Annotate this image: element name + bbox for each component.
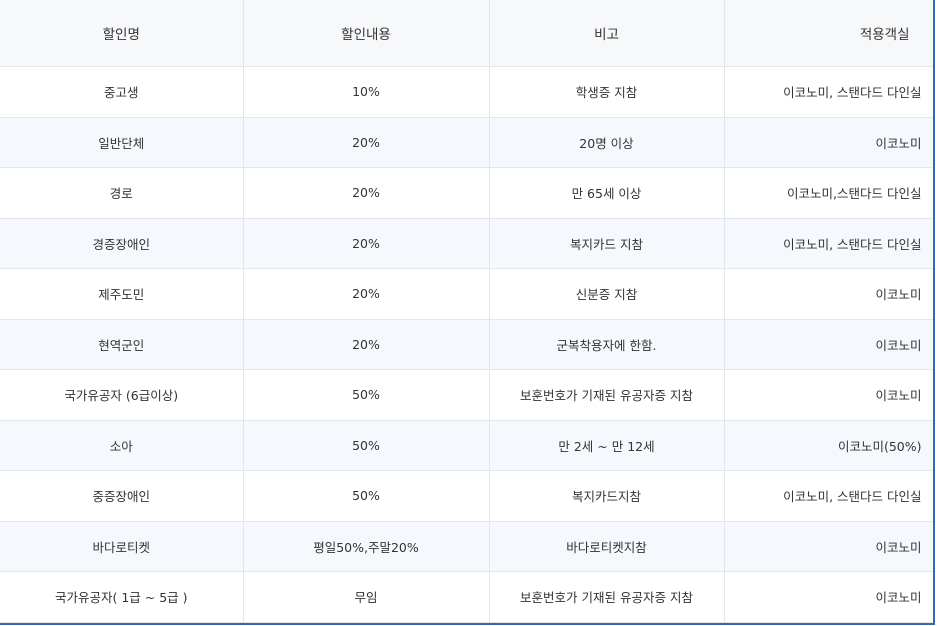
- table-row: 일반단체 20% 20명 이상 이코노미: [0, 117, 933, 168]
- cell-note: 복지카드지참: [489, 470, 725, 522]
- cell-discount-content: 평일50%,주말20%: [243, 521, 490, 572]
- cell-discount-content: 무임: [243, 571, 490, 623]
- cell-applicable-rooms: 이코노미: [724, 369, 933, 421]
- cell-discount-content: 50%: [243, 420, 490, 471]
- cell-discount-name: 경로: [0, 167, 244, 219]
- cell-applicable-rooms: 이코노미, 스탠다드 다인실: [724, 218, 933, 269]
- cell-discount-content: 20%: [243, 117, 490, 168]
- cell-note: 신분증 지참: [489, 268, 725, 320]
- table-row: 바다로티켓 평일50%,주말20% 바다로티켓지참 이코노미: [0, 521, 933, 572]
- cell-note: 20명 이상: [489, 117, 725, 168]
- cell-discount-content: 20%: [243, 319, 490, 370]
- cell-discount-name: 국가유공자( 1급 ~ 5급 ): [0, 571, 244, 623]
- table-row: 소아 50% 만 2세 ~ 만 12세 이코노미(50%): [0, 420, 933, 471]
- header-discount-content: 할인내용: [243, 0, 490, 67]
- cell-discount-name: 국가유공자 (6급이상): [0, 369, 244, 421]
- cell-applicable-rooms: 이코노미: [724, 571, 933, 623]
- cell-discount-content: 20%: [243, 167, 490, 219]
- cell-applicable-rooms: 이코노미: [724, 268, 933, 320]
- header-applicable-rooms: 적용객실: [724, 0, 933, 67]
- table-row: 제주도민 20% 신분증 지참 이코노미: [0, 268, 933, 320]
- cell-note: 보훈번호가 기재된 유공자증 지참: [489, 571, 725, 623]
- header-note: 비고: [489, 0, 725, 67]
- cell-discount-content: 50%: [243, 470, 490, 522]
- cell-note: 만 2세 ~ 만 12세: [489, 420, 725, 471]
- cell-applicable-rooms: 이코노미: [724, 319, 933, 370]
- table-body: 중고생 10% 학생증 지참 이코노미, 스탠다드 다인실 일반단체 20% 2…: [0, 66, 933, 623]
- table-row: 경증장애인 20% 복지카드 지참 이코노미, 스탠다드 다인실: [0, 218, 933, 269]
- table-row: 중고생 10% 학생증 지참 이코노미, 스탠다드 다인실: [0, 66, 933, 118]
- table-row: 국가유공자 (6급이상) 50% 보훈번호가 기재된 유공자증 지참 이코노미: [0, 369, 933, 421]
- cell-discount-content: 50%: [243, 369, 490, 421]
- cell-discount-content: 20%: [243, 218, 490, 269]
- cell-note: 보훈번호가 기재된 유공자증 지참: [489, 369, 725, 421]
- cell-discount-name: 경증장애인: [0, 218, 244, 269]
- table-header: 할인명 할인내용 비고 적용객실: [0, 0, 933, 67]
- cell-note: 복지카드 지참: [489, 218, 725, 269]
- cell-discount-name: 제주도민: [0, 268, 244, 320]
- header-row: 할인명 할인내용 비고 적용객실: [0, 0, 933, 67]
- cell-discount-name: 중고생: [0, 66, 244, 118]
- discount-table-panel: 할인명 할인내용 비고 적용객실 중고생 10% 학생증 지참 이코노미, 스탠…: [0, 0, 935, 625]
- cell-applicable-rooms: 이코노미: [724, 521, 933, 572]
- cell-note: 군복착용자에 한함.: [489, 319, 725, 370]
- cell-discount-content: 20%: [243, 268, 490, 320]
- header-discount-name: 할인명: [0, 0, 244, 67]
- cell-applicable-rooms: 이코노미: [724, 117, 933, 168]
- cell-note: 바다로티켓지참: [489, 521, 725, 572]
- cell-discount-name: 일반단체: [0, 117, 244, 168]
- cell-discount-content: 10%: [243, 66, 490, 118]
- cell-applicable-rooms: 이코노미, 스탠다드 다인실: [724, 470, 933, 522]
- cell-applicable-rooms: 이코노미,스탠다드 다인실: [724, 167, 933, 219]
- table-row: 국가유공자( 1급 ~ 5급 ) 무임 보훈번호가 기재된 유공자증 지참 이코…: [0, 571, 933, 623]
- cell-discount-name: 바다로티켓: [0, 521, 244, 572]
- cell-applicable-rooms: 이코노미(50%): [724, 420, 933, 471]
- table-row: 현역군인 20% 군복착용자에 한함. 이코노미: [0, 319, 933, 370]
- cell-note: 학생증 지참: [489, 66, 725, 118]
- cell-applicable-rooms: 이코노미, 스탠다드 다인실: [724, 66, 933, 118]
- table-row: 중증장애인 50% 복지카드지참 이코노미, 스탠다드 다인실: [0, 470, 933, 522]
- table-row: 경로 20% 만 65세 이상 이코노미,스탠다드 다인실: [0, 167, 933, 219]
- cell-discount-name: 현역군인: [0, 319, 244, 370]
- cell-note: 만 65세 이상: [489, 167, 725, 219]
- cell-discount-name: 소아: [0, 420, 244, 471]
- cell-discount-name: 중증장애인: [0, 470, 244, 522]
- discount-table: 할인명 할인내용 비고 적용객실 중고생 10% 학생증 지참 이코노미, 스탠…: [0, 0, 933, 623]
